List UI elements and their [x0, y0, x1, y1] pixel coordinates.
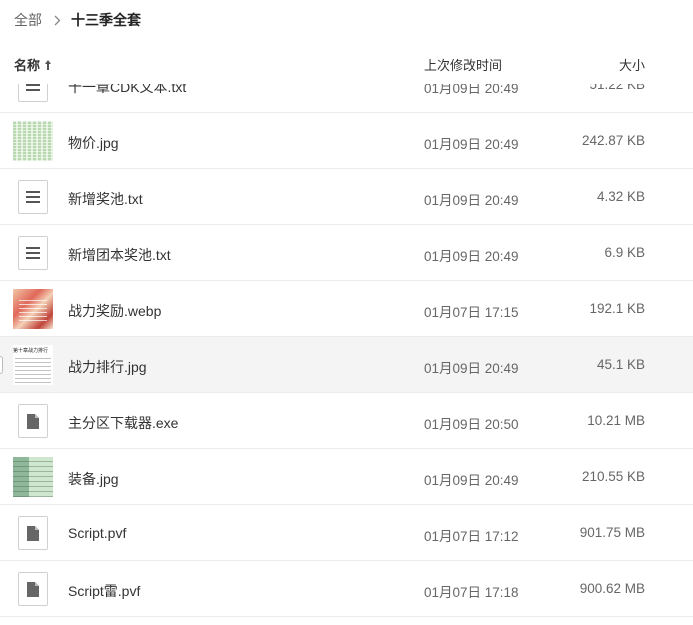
image-thumbnail [13, 289, 53, 329]
file-row[interactable]: 十一章CDK文本.txt 01月09日 20:49 51.22 KB [0, 84, 693, 113]
file-modified: 01月09日 20:49 [424, 137, 519, 152]
file-row[interactable]: 新增团本奖池.txt 01月09日 20:49 6.9 KB [0, 225, 693, 281]
file-size: 210.55 KB [581, 469, 645, 484]
column-header-name[interactable]: 名称 [14, 55, 52, 74]
thumbnail-caption: 第十章战力排行 [13, 348, 49, 354]
breadcrumb: 全部 十三季全套 [14, 10, 141, 30]
text-file-icon [18, 84, 48, 102]
file-size: 6.9 KB [604, 245, 645, 260]
generic-file-icon [18, 572, 48, 606]
text-file-icon [18, 236, 48, 270]
file-list[interactable]: 十一章CDK文本.txt 01月09日 20:49 51.22 KB 物价.jp… [0, 84, 693, 625]
file-row[interactable]: 新增奖池.txt 01月09日 20:49 4.32 KB [0, 169, 693, 225]
file-name: 新增团本奖池.txt [68, 247, 171, 263]
drag-handle[interactable] [0, 356, 3, 374]
file-modified: 01月09日 20:49 [424, 473, 519, 488]
file-name: 新增奖池.txt [68, 191, 143, 207]
file-modified: 01月09日 20:49 [424, 361, 519, 376]
file-row[interactable]: 物价.jpg 01月09日 20:49 242.87 KB [0, 113, 693, 169]
file-name: 战力排行.jpg [68, 359, 147, 375]
file-row[interactable]: 主分区下载器.exe 01月09日 20:50 10.21 MB [0, 393, 693, 449]
list-header: 名称 上次修改时间 大小 [0, 52, 693, 76]
file-name: 物价.jpg [68, 135, 119, 151]
file-name: Script雷.pvf [68, 583, 141, 599]
generic-file-icon [18, 516, 48, 550]
file-size: 45.1 KB [596, 357, 645, 372]
breadcrumb-current: 十三季全套 [71, 12, 141, 28]
file-modified: 01月07日 17:12 [424, 529, 519, 544]
sort-ascending-icon [44, 59, 52, 71]
file-name: Script.pvf [68, 525, 127, 541]
column-header-name-label: 名称 [14, 58, 41, 73]
file-size: 900.62 MB [579, 581, 645, 596]
file-size: 4.32 KB [596, 189, 645, 204]
file-name: 战力奖励.webp [68, 303, 162, 319]
image-thumbnail [13, 121, 53, 161]
column-header-modified[interactable]: 上次修改时间 [424, 55, 502, 74]
image-thumbnail [13, 457, 53, 497]
file-row[interactable]: Script.pvf 01月07日 17:12 901.75 MB [0, 505, 693, 561]
column-header-size[interactable]: 大小 [619, 55, 645, 74]
image-thumbnail: 第十章战力排行 [13, 345, 53, 385]
file-row[interactable]: 第十章战力排行 战力排行.jpg 01月09日 20:49 45.1 KB [0, 337, 693, 393]
breadcrumb-root[interactable]: 全部 [14, 10, 42, 30]
file-modified: 01月09日 20:49 [424, 249, 519, 264]
generic-file-icon [18, 404, 48, 438]
file-name: 装备.jpg [68, 471, 119, 487]
text-file-icon [18, 180, 48, 214]
file-size: 10.21 MB [587, 413, 645, 428]
file-modified: 01月07日 17:18 [424, 585, 519, 600]
file-name: 主分区下载器.exe [68, 415, 179, 431]
file-size: 242.87 KB [581, 133, 645, 148]
file-browser: 全部 十三季全套 名称 上次修改时间 大小 十一章CDK文本.txt 01月09… [0, 0, 693, 625]
file-modified: 01月09日 20:50 [424, 417, 519, 432]
chevron-right-icon [54, 15, 61, 26]
file-modified: 01月09日 20:49 [424, 193, 519, 208]
file-row[interactable]: Script雷.pvf 01月07日 17:18 900.62 MB [0, 561, 693, 617]
file-modified: 01月09日 20:49 [424, 84, 519, 96]
file-size: 192.1 KB [589, 301, 645, 316]
file-modified: 01月07日 17:15 [424, 305, 519, 320]
file-name: 十一章CDK文本.txt [68, 84, 187, 95]
file-size: 901.75 MB [579, 525, 645, 540]
file-row[interactable]: 战力奖励.webp 01月07日 17:15 192.1 KB [0, 281, 693, 337]
file-row[interactable]: 装备.jpg 01月09日 20:49 210.55 KB [0, 449, 693, 505]
file-size: 51.22 KB [589, 84, 645, 92]
